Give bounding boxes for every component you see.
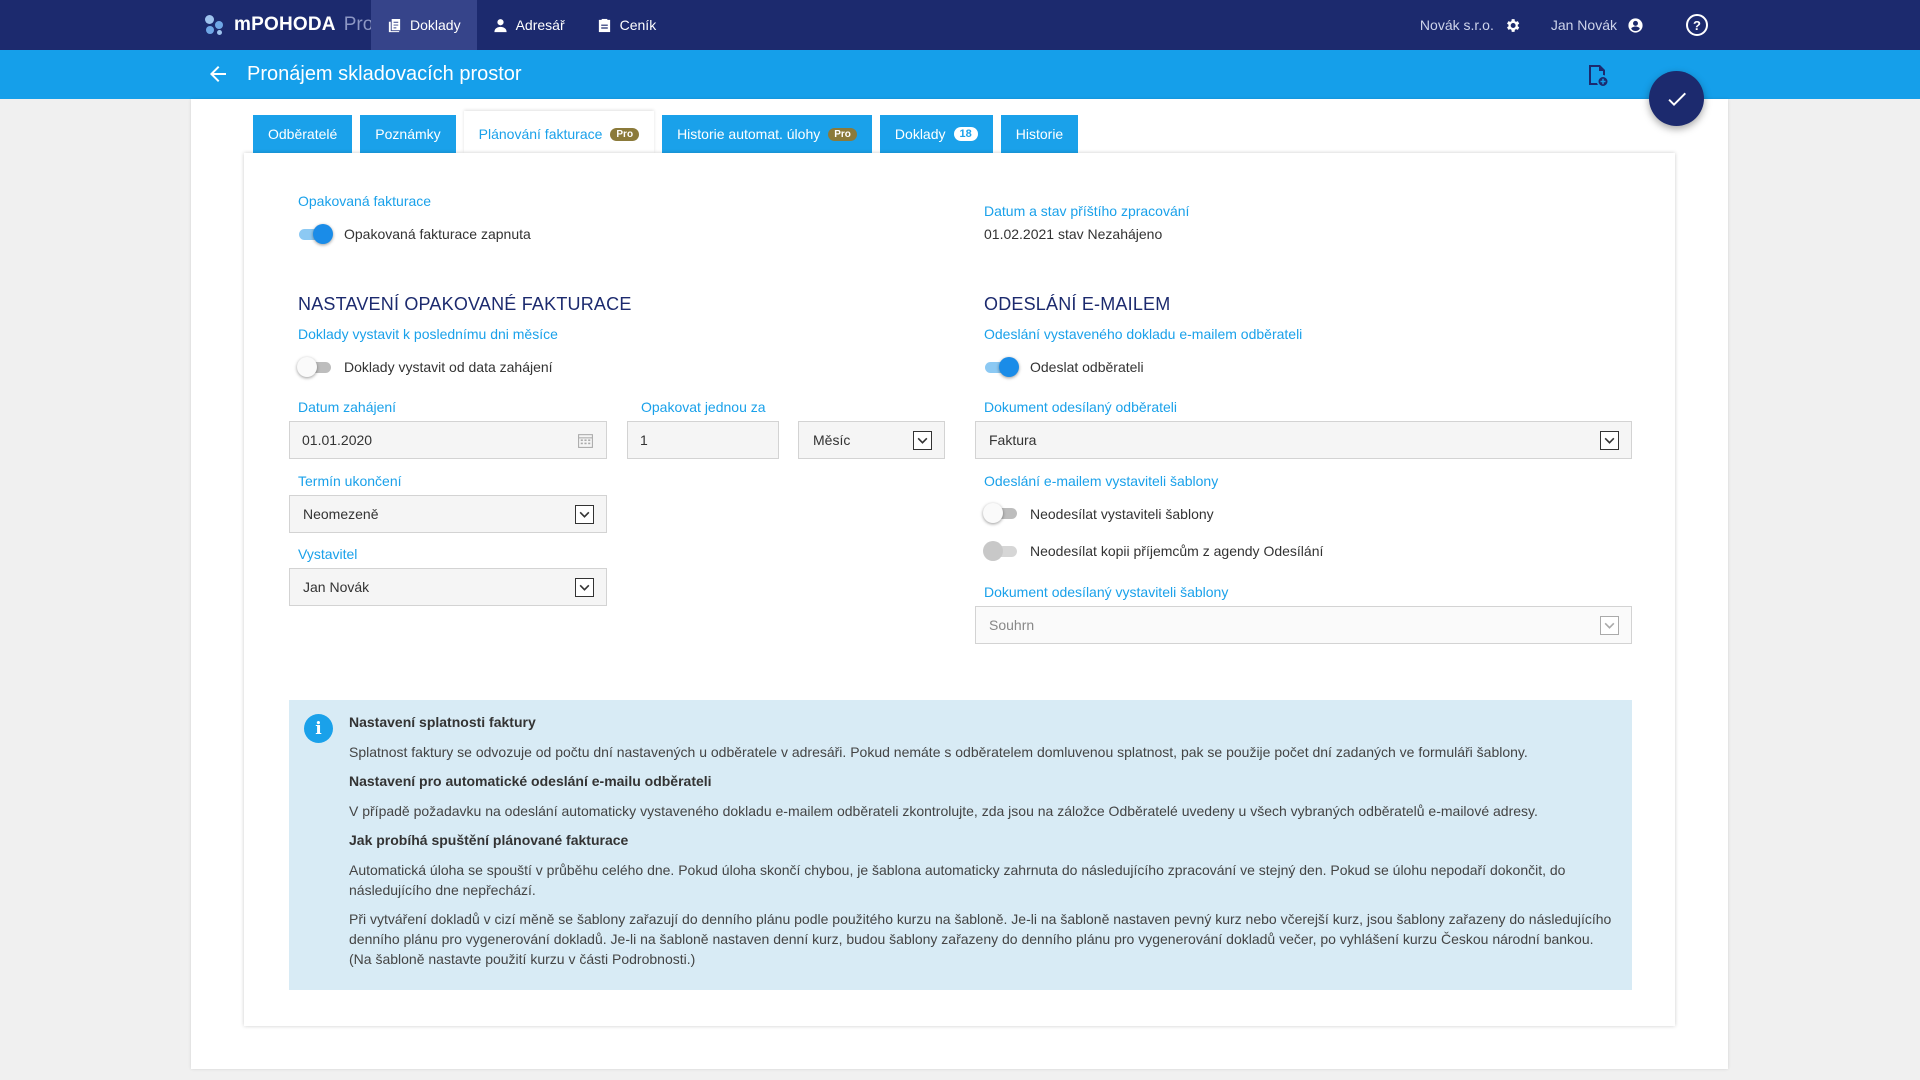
- nav-label: Doklady: [410, 17, 461, 33]
- customer-doc-select[interactable]: Faktura: [975, 421, 1632, 459]
- last-day-label: Doklady vystavit k poslednímu dni měsíce: [298, 326, 558, 342]
- user-name: Jan Novák: [1550, 17, 1617, 33]
- brand-logo-icon: [204, 14, 226, 36]
- check-icon: [1667, 92, 1686, 106]
- tab-label: Odběratelé: [268, 126, 338, 142]
- brand-name: mPOHODA: [234, 14, 336, 35]
- no-copy-toggle-label: Neodesílat kopii příjemcům z agendy Odes…: [1030, 543, 1324, 559]
- repeat-label: Opakovat jednou za: [641, 399, 766, 415]
- start-date-input[interactable]: 01.01.2020: [289, 421, 607, 459]
- start-date-value: 01.01.2020: [302, 432, 373, 448]
- send-to-customer-toggle[interactable]: [983, 357, 1019, 377]
- tab-label: Doklady: [894, 126, 946, 142]
- to-customer-label: Odeslání vystaveného dokladu e-mailem od…: [984, 326, 1303, 342]
- settings-heading: NASTAVENÍ OPAKOVANÉ FAKTURACE: [298, 294, 632, 314]
- recurring-toggle[interactable]: [297, 224, 333, 244]
- tab-label: Historie automat. úlohy: [677, 126, 821, 142]
- info-text-email: V případě požadavku na odeslání automati…: [349, 803, 1538, 819]
- title-bar: Pronájem skladovacích prostor: [0, 50, 1920, 99]
- issuer-label: Vystavitel: [298, 546, 358, 562]
- calendar-icon[interactable]: [577, 432, 594, 449]
- company-selector[interactable]: Novák s.r.o.: [1420, 17, 1521, 34]
- person-icon: [494, 18, 507, 32]
- next-run-label: Datum a stav příštího zpracování: [984, 203, 1190, 219]
- info-heading-run: Jak probíhá spuštění plánované fakturace: [349, 832, 629, 848]
- chevron-down-icon: [1600, 616, 1619, 635]
- templates-label: Odeslání e-mailem vystaviteli šablony: [984, 473, 1219, 489]
- header-right: Novák s.r.o. Jan Novák ?: [1420, 0, 1708, 50]
- main-nav: Doklady Adresář Ceník: [371, 0, 672, 50]
- count-badge: 18: [953, 127, 978, 141]
- document-settings-icon[interactable]: [1585, 63, 1609, 87]
- next-run-value: 01.02.2021 stav Nezahájeno: [984, 226, 1163, 242]
- issuer-value: Jan Novák: [303, 579, 370, 595]
- tab-poznamky[interactable]: Poznámky: [360, 115, 456, 153]
- user-menu[interactable]: Jan Novák: [1551, 17, 1644, 34]
- page-title: Pronájem skladovacích prostor: [247, 63, 522, 85]
- nav-label: Adresář: [515, 17, 565, 33]
- help-icon[interactable]: ?: [1686, 14, 1708, 36]
- no-templates-toggle[interactable]: [983, 503, 1019, 523]
- info-text-run: Automatická úloha se spouští v průběhu c…: [349, 862, 1566, 898]
- send-toggle-label: Odeslat odběrateli: [1030, 359, 1144, 375]
- repeat-unit-value: Měsíc: [813, 432, 851, 448]
- tab-historie-automat-ulohy[interactable]: Historie automat. úlohy Pro: [662, 115, 872, 153]
- issuer-doc-value: Souhrn: [989, 617, 1035, 633]
- tab-label: Historie: [1015, 126, 1064, 142]
- repeat-count-input[interactable]: 1: [627, 421, 779, 459]
- account-circle-icon: [1628, 17, 1643, 33]
- chevron-down-icon: [1600, 431, 1619, 450]
- nav-item-cenik[interactable]: Ceník: [581, 0, 673, 50]
- nav-item-doklady[interactable]: Doklady: [371, 0, 477, 50]
- customer-doc-value: Faktura: [989, 432, 1037, 448]
- end-select[interactable]: Neomezeně: [289, 495, 607, 533]
- doc-label: Dokument odesílaný odběrateli: [984, 399, 1178, 415]
- repeat-count-value: 1: [640, 432, 648, 448]
- recurring-label: Opakovaná fakturace: [298, 193, 432, 209]
- no-templates-toggle-label: Neodesílat vystaviteli šablony: [1030, 506, 1214, 522]
- nav-label: Ceník: [619, 17, 657, 33]
- repeat-unit-select[interactable]: Měsíc: [798, 421, 945, 459]
- back-arrow-icon[interactable]: [206, 62, 230, 86]
- issuer-doc-label: Dokument odesílaný vystaviteli šablony: [984, 584, 1229, 600]
- documents-icon: [388, 18, 401, 32]
- start-date-label: Datum zahájení: [298, 399, 397, 415]
- gear-icon: [1506, 18, 1520, 32]
- recurring-toggle-label: Opakovaná fakturace zapnuta: [344, 226, 531, 242]
- info-heading-due: Nastavení splatnosti faktury: [349, 714, 536, 730]
- pro-badge: Pro: [828, 127, 857, 141]
- info-text-currency: Při vytváření dokladů v cizí měně se šab…: [349, 911, 1612, 967]
- tab-label: Poznámky: [375, 126, 441, 142]
- from-start-toggle[interactable]: [297, 357, 333, 377]
- info-heading-email: Nastavení pro automatické odeslání e-mai…: [349, 773, 712, 789]
- tab-planovani-fakturace[interactable]: Plánování fakturace Pro: [463, 111, 655, 153]
- tab-historie[interactable]: Historie: [1000, 115, 1079, 153]
- brand-edition: Pro: [343, 14, 374, 35]
- pricelist-icon: [598, 18, 610, 32]
- no-copy-toggle[interactable]: [983, 541, 1019, 561]
- tab-label: Plánování fakturace: [478, 126, 603, 142]
- brand[interactable]: mPOHODA Pro: [204, 0, 373, 50]
- nav-item-adresar[interactable]: Adresář: [477, 0, 581, 50]
- tab-bar: Odběratelé Poznámky Plánování fakturace P…: [253, 111, 1079, 153]
- info-box: i Nastavení splatnosti faktury Splatnost…: [289, 700, 1632, 990]
- confirm-button[interactable]: [1649, 71, 1704, 126]
- issuer-doc-select[interactable]: Souhrn: [975, 606, 1632, 644]
- info-icon: i: [304, 714, 333, 743]
- issuer-select[interactable]: Jan Novák: [289, 568, 607, 606]
- company-name: Novák s.r.o.: [1419, 17, 1494, 33]
- end-value: Neomezeně: [303, 506, 379, 522]
- tab-doklady[interactable]: Doklady 18: [879, 115, 993, 153]
- info-text-due: Splatnost faktury se odvozuje od počtu d…: [349, 744, 1528, 760]
- chevron-down-icon: [575, 578, 594, 597]
- email-heading: ODESLÁNÍ E-MAILEM: [984, 294, 1171, 314]
- from-start-toggle-label: Doklady vystavit od data zahájení: [344, 359, 553, 375]
- chevron-down-icon: [913, 431, 932, 450]
- pro-badge: Pro: [610, 127, 640, 141]
- end-label: Termín ukončení: [298, 473, 402, 489]
- top-navbar: mPOHODA Pro Doklady Adresář Ceník Novák …: [0, 0, 1920, 50]
- tab-odberatele[interactable]: Odběratelé: [253, 115, 353, 153]
- chevron-down-icon: [575, 505, 594, 524]
